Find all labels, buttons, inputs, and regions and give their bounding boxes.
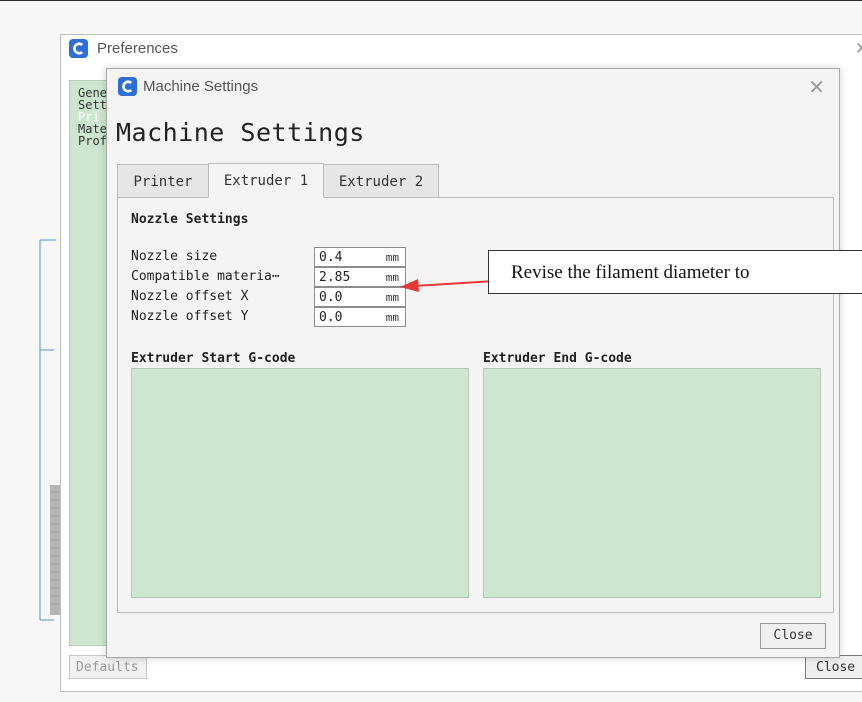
nozzle-offset-y-field[interactable]: 0.0 mm [314,307,406,327]
start-gcode-textarea[interactable] [131,368,469,598]
nozzle-offset-y-value: 0.0 [319,310,343,325]
unit-label: mm [385,291,399,304]
sidebar-item-profiles[interactable]: Prof [78,135,107,147]
compatible-material-diameter-value: 2.85 [319,270,351,285]
nozzle-offset-x-field[interactable]: 0.0 mm [314,287,406,307]
machine-settings-dialog: Machine Settings ✕ Machine Settings Prin… [106,68,840,658]
dialog-close-button[interactable]: Close [760,623,826,649]
unit-label: mm [385,311,399,324]
compatible-material-diameter-label: Compatible materia⋯ [131,269,280,284]
compatible-material-diameter-field[interactable]: 2.85 mm [314,267,406,287]
top-border-line [0,0,862,1]
unit-label: mm [385,251,399,264]
nozzle-offset-x-value: 0.0 [319,290,343,305]
unit-label: mm [385,271,399,284]
end-gcode-textarea[interactable] [483,368,821,598]
tab-printer[interactable]: Printer [117,164,209,198]
close-icon[interactable]: ✕ [855,39,862,59]
close-icon[interactable]: ✕ [808,75,825,99]
defaults-button[interactable]: Defaults [69,655,147,679]
preferences-close-button[interactable]: Close [805,655,862,679]
end-gcode-label: Extruder End G-code [483,351,632,366]
nozzle-size-value: 0.4 [319,250,343,265]
annotation-arrow-icon [400,279,495,292]
nozzle-offset-x-label: Nozzle offset X [131,289,249,304]
annotation-text: Revise the filament diameter to [511,262,750,283]
dialog-title: Machine Settings [143,78,259,95]
tab-extruder-2[interactable]: Extruder 2 [323,164,439,198]
cura-logo-icon [118,77,137,96]
nozzle-settings-heading: Nozzle Settings [131,212,249,227]
nozzle-offset-y-label: Nozzle offset Y [131,309,249,324]
tab-extruder-1[interactable]: Extruder 1 [208,163,324,198]
cura-logo-icon [69,39,88,58]
preferences-title: Preferences [97,40,178,57]
page-title: Machine Settings [116,118,365,147]
start-gcode-label: Extruder Start G-code [131,351,296,366]
annotation-callout: Revise the filament diameter to [488,250,862,294]
nozzle-size-label: Nozzle size [131,249,218,264]
nozzle-size-field[interactable]: 0.4 mm [314,247,406,267]
preferences-titlebar[interactable]: Preferences ✕ [61,35,862,63]
